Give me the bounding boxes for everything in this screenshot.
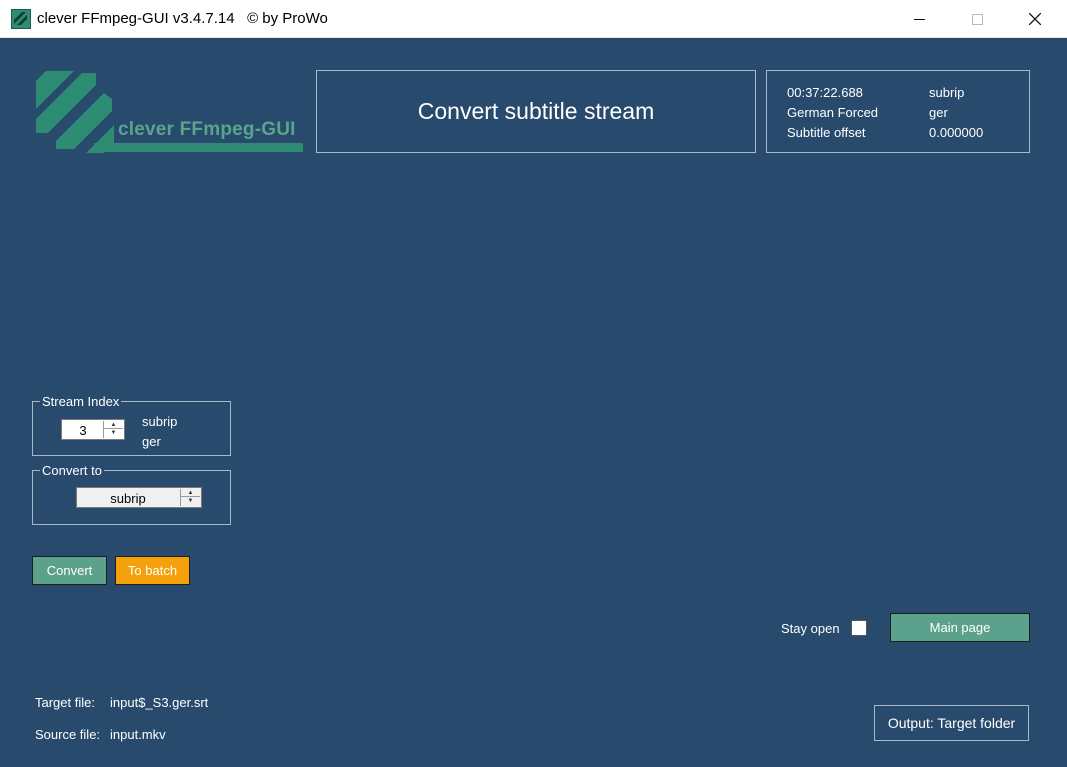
- logo-text: clever FFmpeg-GUI: [118, 119, 296, 140]
- stay-open-checkbox[interactable]: [851, 620, 867, 636]
- maximize-button[interactable]: [948, 0, 1006, 38]
- format-value[interactable]: subrip: [77, 491, 179, 506]
- target-file-value: input$_S3.ger.srt: [110, 695, 209, 710]
- convert-to-group: Convert to subrip ▲ ▼: [32, 463, 231, 525]
- convert-button[interactable]: Convert: [32, 556, 107, 585]
- subtitle-offset-label: Subtitle offset: [787, 125, 866, 140]
- minimize-button[interactable]: [890, 0, 948, 38]
- app-logo-icon: [11, 9, 31, 29]
- stream-language-label: ger: [142, 434, 161, 449]
- title-bar[interactable]: clever FFmpeg-GUI v3.4.7.14 © by ProWo: [0, 0, 1067, 38]
- subtitle-offset-value: 0.000000: [929, 125, 984, 140]
- language-value: ger: [929, 105, 948, 120]
- to-batch-button[interactable]: To batch: [115, 556, 190, 585]
- window-title: clever FFmpeg-GUI v3.4.7.14 © by ProWo: [37, 10, 328, 27]
- format-arrows[interactable]: ▲ ▼: [180, 489, 200, 506]
- duration-value: 00:37:22.688: [787, 85, 863, 100]
- stream-index-legend: Stream Index: [40, 394, 122, 409]
- convert-to-legend: Convert to: [40, 463, 104, 478]
- stream-index-group: Stream Index 3 ▲ ▼ subrip ger: [32, 394, 231, 456]
- spin-up-icon[interactable]: ▲: [104, 421, 123, 429]
- logo-mark-icon: [36, 71, 303, 153]
- title-panel: Convert subtitle stream: [316, 70, 756, 153]
- minimize-icon: [913, 18, 925, 20]
- target-file-label: Target file:: [35, 695, 95, 710]
- spin-down-icon[interactable]: ▼: [104, 429, 123, 437]
- maximize-icon: [971, 13, 983, 25]
- app-logo: clever FFmpeg-GUI: [34, 69, 306, 155]
- spin-up-icon[interactable]: ▲: [181, 489, 200, 497]
- stream-index-spinner[interactable]: 3 ▲ ▼: [61, 419, 125, 440]
- stream-index-arrows[interactable]: ▲ ▼: [103, 421, 123, 438]
- page-title: Convert subtitle stream: [417, 98, 655, 124]
- stream-codec-label: subrip: [142, 414, 178, 429]
- stay-open-label: Stay open: [781, 621, 840, 636]
- spin-down-icon[interactable]: ▼: [181, 497, 200, 505]
- close-icon: [1029, 13, 1041, 25]
- stream-info-panel: 00:37:22.688 subrip German Forced ger Su…: [766, 70, 1030, 153]
- main-page-button[interactable]: Main page: [890, 613, 1030, 642]
- source-file-value: input.mkv: [110, 727, 166, 742]
- stream-title-value: German Forced: [787, 105, 879, 120]
- codec-value: subrip: [929, 85, 965, 100]
- output-target-folder-button[interactable]: Output: Target folder: [874, 705, 1029, 741]
- stream-index-value[interactable]: 3: [62, 423, 104, 438]
- format-spinner[interactable]: subrip ▲ ▼: [76, 487, 202, 508]
- main-window: clever FFmpeg-GUI Convert subtitle strea…: [0, 38, 1067, 767]
- close-button[interactable]: [1006, 0, 1064, 38]
- source-file-label: Source file:: [35, 727, 101, 742]
